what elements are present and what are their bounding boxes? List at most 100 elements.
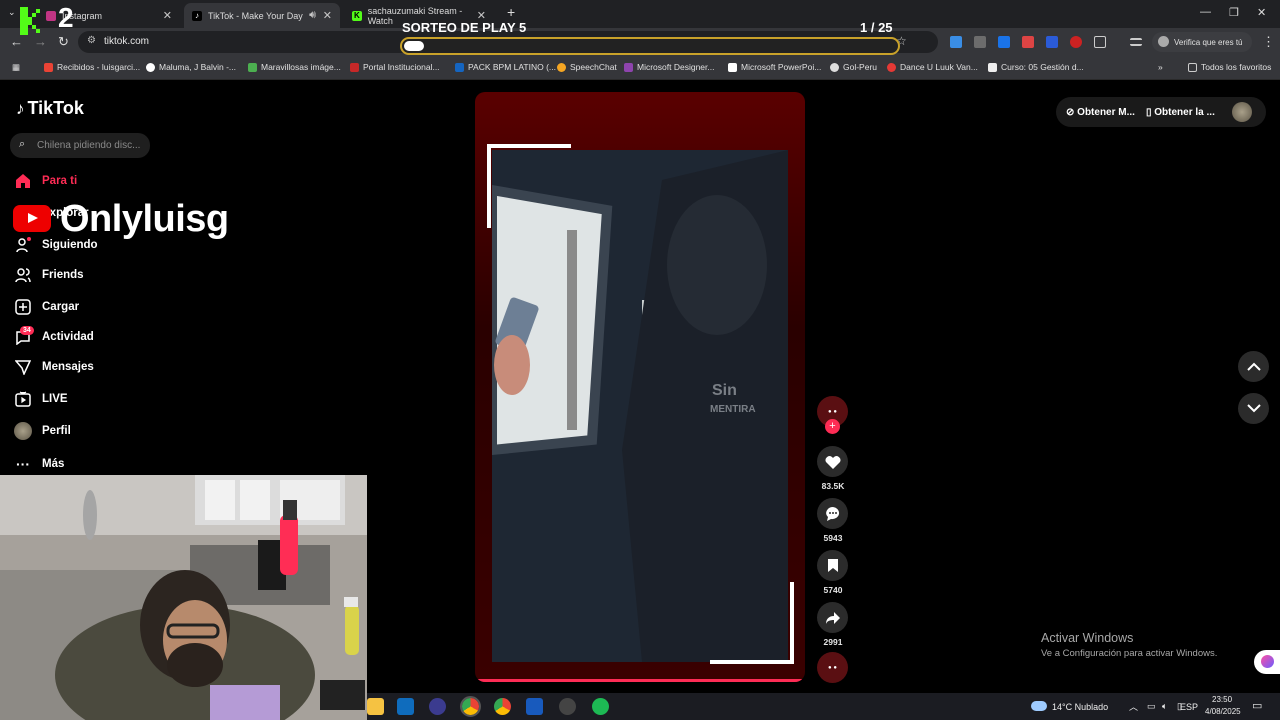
extensions-puzzle-icon[interactable] bbox=[1094, 36, 1106, 48]
follow-plus-icon[interactable]: + bbox=[825, 419, 840, 434]
top-right-actions: ⊘ Obtener M... ▯ Obtener la ... bbox=[1056, 97, 1266, 127]
extension-icon[interactable] bbox=[1046, 36, 1058, 48]
site-info-icon[interactable]: ⚙ bbox=[87, 35, 96, 46]
profile-verify-button[interactable]: Verifica que eres tú bbox=[1152, 32, 1252, 52]
volume-icon[interactable]: 🔈︎ bbox=[1162, 701, 1167, 712]
tab-search-icon[interactable]: ⌄ bbox=[8, 7, 16, 18]
next-video-button[interactable] bbox=[1238, 393, 1269, 424]
video-player[interactable]: Sin MENTIRA bbox=[475, 92, 805, 682]
extension-icon[interactable] bbox=[1022, 36, 1034, 48]
all-bookmarks-button[interactable]: Todos los favoritos bbox=[1188, 62, 1271, 72]
sorteo-progress-fill bbox=[404, 41, 424, 51]
speaker-icon[interactable]: 🔊︎ bbox=[309, 9, 316, 22]
previous-video-button[interactable] bbox=[1238, 351, 1269, 382]
spotify-icon[interactable] bbox=[592, 698, 609, 715]
frame-corner bbox=[710, 660, 794, 664]
get-coins-button[interactable]: ⊘ Obtener M... bbox=[1066, 107, 1135, 118]
language-indicator[interactable]: ESP bbox=[1180, 702, 1198, 712]
bookmark-item[interactable]: Microsoft PowerPoi... bbox=[728, 62, 821, 72]
video-progress-bar[interactable] bbox=[475, 679, 805, 682]
network-icon[interactable]: ▭ bbox=[1147, 701, 1156, 712]
weather-text[interactable]: 14°C Nublado bbox=[1052, 702, 1108, 712]
clock-date[interactable]: 4/08/2025 bbox=[1205, 707, 1241, 716]
new-tab-button[interactable]: + bbox=[507, 4, 515, 20]
word-icon[interactable] bbox=[526, 698, 543, 715]
chrome-icon[interactable] bbox=[460, 696, 481, 717]
upload-icon bbox=[14, 298, 32, 316]
bookmark-item[interactable]: Recibidos - luisgarci... bbox=[44, 62, 140, 72]
nav-profile[interactable]: Perfil bbox=[14, 421, 71, 441]
heart-icon bbox=[825, 455, 840, 469]
outlook-icon[interactable] bbox=[397, 698, 414, 715]
activity-badge: 34 bbox=[20, 326, 34, 335]
bookmark-item[interactable]: Maluma, J Balvin -... bbox=[146, 62, 236, 72]
close-tab-icon[interactable]: ✕ bbox=[163, 9, 172, 22]
nav-for-you[interactable]: Para ti bbox=[14, 171, 77, 191]
bookmark-item[interactable]: Curso: 05 Gestión d... bbox=[988, 62, 1084, 72]
apps-grid-icon[interactable]: ▦ bbox=[12, 62, 20, 73]
friends-icon bbox=[14, 266, 32, 284]
bookmark-item[interactable]: SpeechChat bbox=[557, 62, 617, 72]
save-count: 5740 bbox=[823, 585, 843, 595]
extension-icon[interactable] bbox=[950, 36, 962, 48]
menu-kebab-icon[interactable]: ⋮ bbox=[1262, 34, 1275, 50]
user-avatar[interactable] bbox=[1232, 102, 1252, 122]
kick-icon: K bbox=[352, 10, 362, 21]
more-bookmarks-icon[interactable]: » bbox=[1158, 62, 1163, 72]
reading-list-icon[interactable] bbox=[1130, 38, 1142, 46]
obs-icon[interactable] bbox=[559, 698, 576, 715]
tab-tiktok[interactable]: ♪ TikTok - Make Your Day 🔊︎ ✕ bbox=[184, 3, 340, 28]
bookmark-icon bbox=[827, 559, 838, 572]
comment-button[interactable] bbox=[817, 498, 848, 529]
nav-more[interactable]: ··· Más bbox=[14, 454, 64, 474]
bookmark-item[interactable]: Microsoft Designer... bbox=[624, 62, 714, 72]
profile-icon bbox=[1158, 36, 1169, 47]
get-app-button[interactable]: ▯ Obtener la ... bbox=[1146, 107, 1215, 118]
close-tab-icon[interactable]: ✕ bbox=[323, 9, 332, 22]
reload-icon[interactable]: ↻ bbox=[58, 34, 69, 50]
following-icon bbox=[14, 236, 32, 254]
tiktok-logo[interactable]: ♪ TikTok bbox=[16, 98, 84, 119]
search-input[interactable]: ⌕ Chilena pidiendo disc... bbox=[10, 133, 150, 158]
like-button[interactable] bbox=[817, 446, 848, 477]
minimize-button[interactable]: — bbox=[1200, 6, 1211, 18]
nav-messages[interactable]: Mensajes bbox=[14, 357, 94, 377]
file-explorer-icon[interactable] bbox=[367, 698, 384, 715]
close-window-button[interactable]: ✕ bbox=[1257, 6, 1266, 19]
home-icon bbox=[14, 172, 32, 190]
restore-button[interactable]: ❐ bbox=[1229, 6, 1239, 19]
tab-title: TikTok - Make Your Day bbox=[208, 10, 303, 21]
comment-icon bbox=[825, 506, 839, 521]
app-icon[interactable] bbox=[429, 698, 446, 715]
floating-widget[interactable] bbox=[1254, 650, 1280, 674]
widget-icon bbox=[1261, 655, 1274, 668]
more-icon: ··· bbox=[16, 456, 30, 472]
nav-upload[interactable]: Cargar bbox=[14, 297, 79, 317]
webcam-feed bbox=[0, 475, 367, 720]
extension-icon[interactable] bbox=[998, 36, 1010, 48]
bookmark-item[interactable]: Dance U Luuk Van... bbox=[887, 62, 978, 72]
save-button[interactable] bbox=[817, 550, 848, 581]
nav-friends[interactable]: Friends bbox=[14, 265, 84, 285]
tray-chevron-icon[interactable]: ︿ bbox=[1129, 700, 1138, 713]
nav-live[interactable]: LIVE bbox=[14, 389, 68, 409]
extension-icon[interactable] bbox=[974, 36, 986, 48]
bookmark-item[interactable]: Gol-Peru bbox=[830, 62, 877, 72]
frame-corner bbox=[487, 144, 571, 148]
chrome-icon[interactable] bbox=[494, 698, 511, 715]
notification-icon[interactable]: ▭ bbox=[1252, 699, 1262, 712]
share-button[interactable] bbox=[817, 602, 848, 633]
verify-label: Verifica que eres tú bbox=[1174, 37, 1243, 47]
extension-icon[interactable] bbox=[1070, 36, 1082, 48]
tiktok-note-icon: ♪ bbox=[16, 98, 25, 118]
bookmark-item[interactable]: Portal Institucional... bbox=[350, 62, 440, 72]
url-text: tiktok.com bbox=[104, 36, 150, 47]
sorteo-count: 1 / 25 bbox=[860, 20, 893, 35]
sound-disc[interactable]: ● ● bbox=[817, 652, 848, 683]
bookmark-item[interactable]: PACK BPM LATINO (... bbox=[455, 62, 556, 72]
frame-corner bbox=[487, 144, 491, 228]
clock-time[interactable]: 23:50 bbox=[1212, 695, 1232, 704]
windows-taskbar: 14°C Nublado ︿ ▭ 🔈︎ ▯ ESP 23:50 4/08/202… bbox=[367, 693, 1280, 720]
search-placeholder: Chilena pidiendo disc... bbox=[37, 140, 141, 151]
bookmark-item[interactable]: Maravillosas imáge... bbox=[248, 62, 341, 72]
